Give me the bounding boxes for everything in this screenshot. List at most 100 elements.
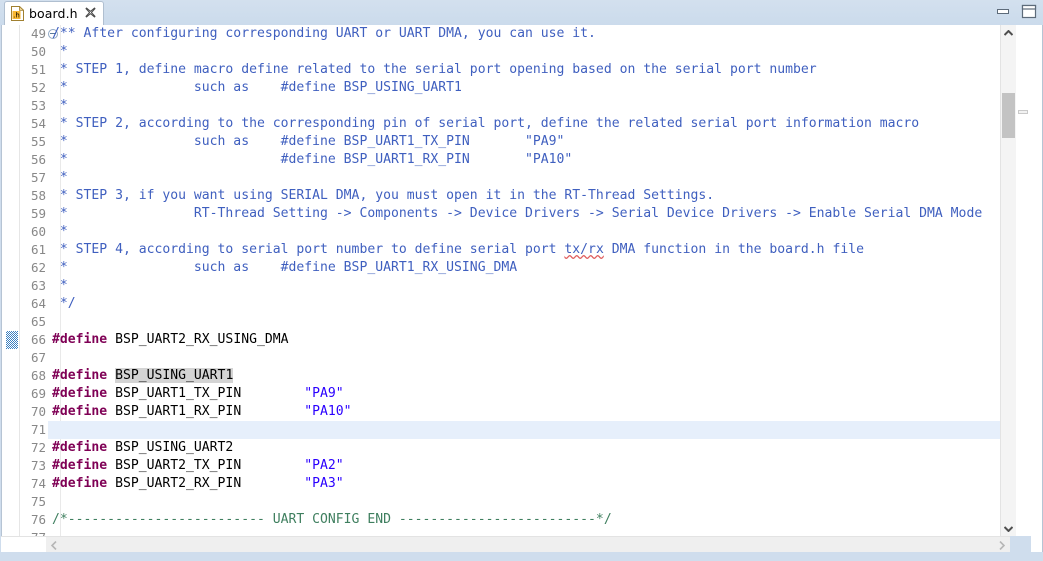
code-line[interactable]: * such as #define BSP_USING_UART1 xyxy=(48,79,1042,97)
code-line[interactable]: * xyxy=(48,43,1042,61)
code-line[interactable]: * STEP 1, define macro define related to… xyxy=(48,61,1042,79)
code-line[interactable]: * STEP 4, according to serial port numbe… xyxy=(48,241,1042,259)
code-token: BSP_UART2_TX_PIN xyxy=(107,458,305,473)
line-number: 53 xyxy=(30,98,46,113)
overview-ruler-mark[interactable] xyxy=(1018,110,1028,114)
line-number: 54 xyxy=(30,116,46,131)
scrollbar-left-pad xyxy=(1,537,46,553)
code-token: DMA function in the board.h file xyxy=(603,242,864,257)
line-number: 49 xyxy=(30,26,46,41)
code-line[interactable]: #define BSP_UART1_RX_PIN "PA10" xyxy=(48,403,1042,421)
line-number: 52 xyxy=(30,80,46,95)
code-token: * #define BSP_UART1_RX_PIN "PA10" xyxy=(52,152,573,167)
minimize-icon[interactable] xyxy=(995,6,1011,20)
code-token: */ xyxy=(52,296,76,311)
code-token: #define xyxy=(52,368,108,383)
line-number: 72 xyxy=(30,440,46,455)
code-line[interactable]: #define BSP_UART2_RX_USING_DMA xyxy=(48,331,1042,349)
code-line[interactable]: #define BSP_UART1_TX_PIN "PA9" xyxy=(48,385,1042,403)
code-token: * such as #define BSP_UART1_RX_USING_DMA xyxy=(52,260,518,275)
code-line[interactable]: * #define BSP_UART1_RX_PIN "PA10" xyxy=(48,151,1042,169)
line-number: 59 xyxy=(30,206,46,221)
scroll-left-icon[interactable] xyxy=(46,537,62,553)
code-line[interactable]: * xyxy=(48,223,1042,241)
code-line[interactable]: * RT-Thread Setting -> Components -> Dev… xyxy=(48,205,1042,223)
line-number: 76 xyxy=(30,512,46,527)
close-icon[interactable] xyxy=(85,7,96,20)
horizontal-scrollbar-track[interactable] xyxy=(46,537,995,553)
code-token: #define xyxy=(52,332,108,347)
code-line[interactable]: * such as #define BSP_UART1_RX_USING_DMA xyxy=(48,259,1042,277)
line-number: 63 xyxy=(30,278,46,293)
code-token: "PA2" xyxy=(304,458,344,473)
code-token: #define xyxy=(52,404,108,419)
line-number: 70 xyxy=(30,404,46,419)
line-number: 77 xyxy=(19,529,47,536)
code-token: * such as #define BSP_USING_UART1 xyxy=(52,80,462,95)
line-number: 67 xyxy=(30,350,46,365)
line-number: 75 xyxy=(30,494,46,509)
code-line[interactable] xyxy=(48,349,1042,367)
code-token: * xyxy=(52,170,68,185)
code-token: BSP_UART2_RX_USING_DMA xyxy=(107,332,289,347)
code-token: #define xyxy=(52,458,108,473)
code-line[interactable]: * STEP 2, according to the corresponding… xyxy=(48,115,1042,133)
code-token: * xyxy=(52,98,68,113)
editor-tab-board-h[interactable]: .h board.h xyxy=(4,1,104,25)
code-line[interactable]: * such as #define BSP_UART1_TX_PIN "PA9" xyxy=(48,133,1042,151)
change-annotation-ruler[interactable] xyxy=(2,25,20,536)
maximize-icon[interactable] xyxy=(1021,4,1037,22)
code-line[interactable]: */ xyxy=(48,295,1042,313)
code-text-area[interactable]: /** After configuring corresponding UART… xyxy=(48,25,1042,536)
h-file-icon: .h xyxy=(11,5,25,21)
code-token: "PA10" xyxy=(304,404,352,419)
change-marker[interactable] xyxy=(6,331,18,349)
code-line[interactable]: #define BSP_USING_UART2 xyxy=(48,439,1042,457)
code-token: * RT-Thread Setting -> Components -> Dev… xyxy=(52,206,983,221)
code-token: /*------------------------- UART CONFIG … xyxy=(52,512,612,527)
line-number: 51 xyxy=(30,62,46,77)
code-token: * xyxy=(52,44,68,59)
editor-bottom-edge xyxy=(0,552,1043,561)
vertical-scrollbar[interactable] xyxy=(1000,25,1016,536)
vertical-scrollbar-thumb[interactable] xyxy=(1002,93,1015,138)
code-token: "PA3" xyxy=(304,476,344,491)
code-token: * xyxy=(52,224,68,239)
code-token: * STEP 3, if you want using SERIAL DMA, … xyxy=(52,188,715,203)
code-line[interactable]: * xyxy=(48,277,1042,295)
line-number: 66 xyxy=(30,332,46,347)
code-token: * STEP 2, according to the corresponding… xyxy=(52,116,920,131)
code-line[interactable] xyxy=(48,313,1042,331)
code-line[interactable]: #define BSP_UART2_RX_PIN "PA3" xyxy=(48,475,1042,493)
line-number: 55 xyxy=(30,134,46,149)
code-token: BSP_USING_UART2 xyxy=(107,440,234,455)
scroll-down-icon[interactable] xyxy=(1001,521,1016,536)
editor-tab-bar: .h board.h xyxy=(0,0,1043,25)
code-token: /** After configuring corresponding UART… xyxy=(52,26,596,41)
code-line[interactable]: * xyxy=(48,97,1042,115)
code-line[interactable]: * STEP 3, if you want using SERIAL DMA, … xyxy=(48,187,1042,205)
code-token: * such as #define BSP_UART1_TX_PIN "PA9" xyxy=(52,134,565,149)
line-number: 60 xyxy=(30,224,46,239)
scroll-right-icon[interactable] xyxy=(994,537,1010,553)
scroll-up-icon[interactable] xyxy=(1001,25,1016,40)
horizontal-scrollbar[interactable] xyxy=(1,536,1010,553)
code-line[interactable] xyxy=(48,421,1042,439)
code-line[interactable]: /*------------------------- UART CONFIG … xyxy=(48,511,1042,529)
code-line[interactable] xyxy=(48,529,1042,536)
code-line[interactable]: * xyxy=(48,169,1042,187)
source-editor[interactable]: 49 50 51 52 53 54 55 56 57 58 59 60 61 62 63 64 65 66 67 68… xyxy=(1,25,1042,536)
code-line[interactable] xyxy=(48,493,1042,511)
editor-right-edge xyxy=(1031,25,1043,552)
line-number: 56 xyxy=(30,152,46,167)
code-line[interactable]: #define BSP_UART2_TX_PIN "PA2" xyxy=(48,457,1042,475)
code-token: * STEP 4, according to serial port numbe… xyxy=(52,242,565,257)
svg-text:.h: .h xyxy=(13,12,20,20)
code-token: * xyxy=(52,278,68,293)
code-line[interactable]: /** After configuring corresponding UART… xyxy=(48,25,1042,43)
code-line[interactable]: #define BSP_USING_UART1 xyxy=(48,367,1042,385)
line-number: 65 xyxy=(30,314,46,329)
code-token: BSP_UART1_RX_PIN xyxy=(107,404,305,419)
overview-ruler[interactable] xyxy=(1015,25,1031,536)
